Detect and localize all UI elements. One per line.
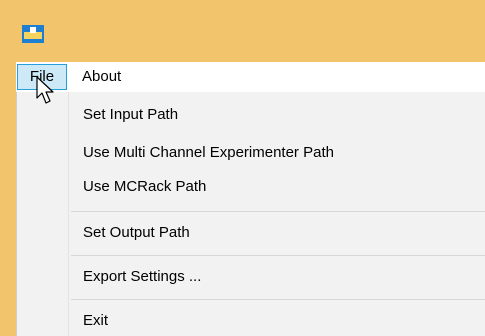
menu-item-export-settings[interactable]: Export Settings ... bbox=[83, 262, 201, 292]
menu-item-set-output-path[interactable]: Set Output Path bbox=[83, 218, 190, 248]
window-title-bar bbox=[0, 0, 485, 62]
menu-separator bbox=[71, 211, 485, 212]
menu-item-set-input-path[interactable]: Set Input Path bbox=[83, 100, 178, 130]
menu-item-exit[interactable]: Exit bbox=[83, 306, 108, 336]
menu-about[interactable]: About bbox=[82, 64, 121, 90]
app-icon bbox=[22, 25, 44, 43]
menu-item-use-mcrack-path[interactable]: Use MCRack Path bbox=[83, 172, 206, 202]
menu-item-use-multi-channel-experimenter-path[interactable]: Use Multi Channel Experimenter Path bbox=[83, 138, 334, 168]
menu-separator bbox=[71, 255, 485, 256]
menu-separator bbox=[71, 299, 485, 300]
file-dropdown-menu: Set Input Path Use Multi Channel Experim… bbox=[16, 92, 485, 336]
mouse-cursor-icon bbox=[36, 76, 54, 104]
menu-icon-gutter-divider bbox=[68, 92, 69, 336]
